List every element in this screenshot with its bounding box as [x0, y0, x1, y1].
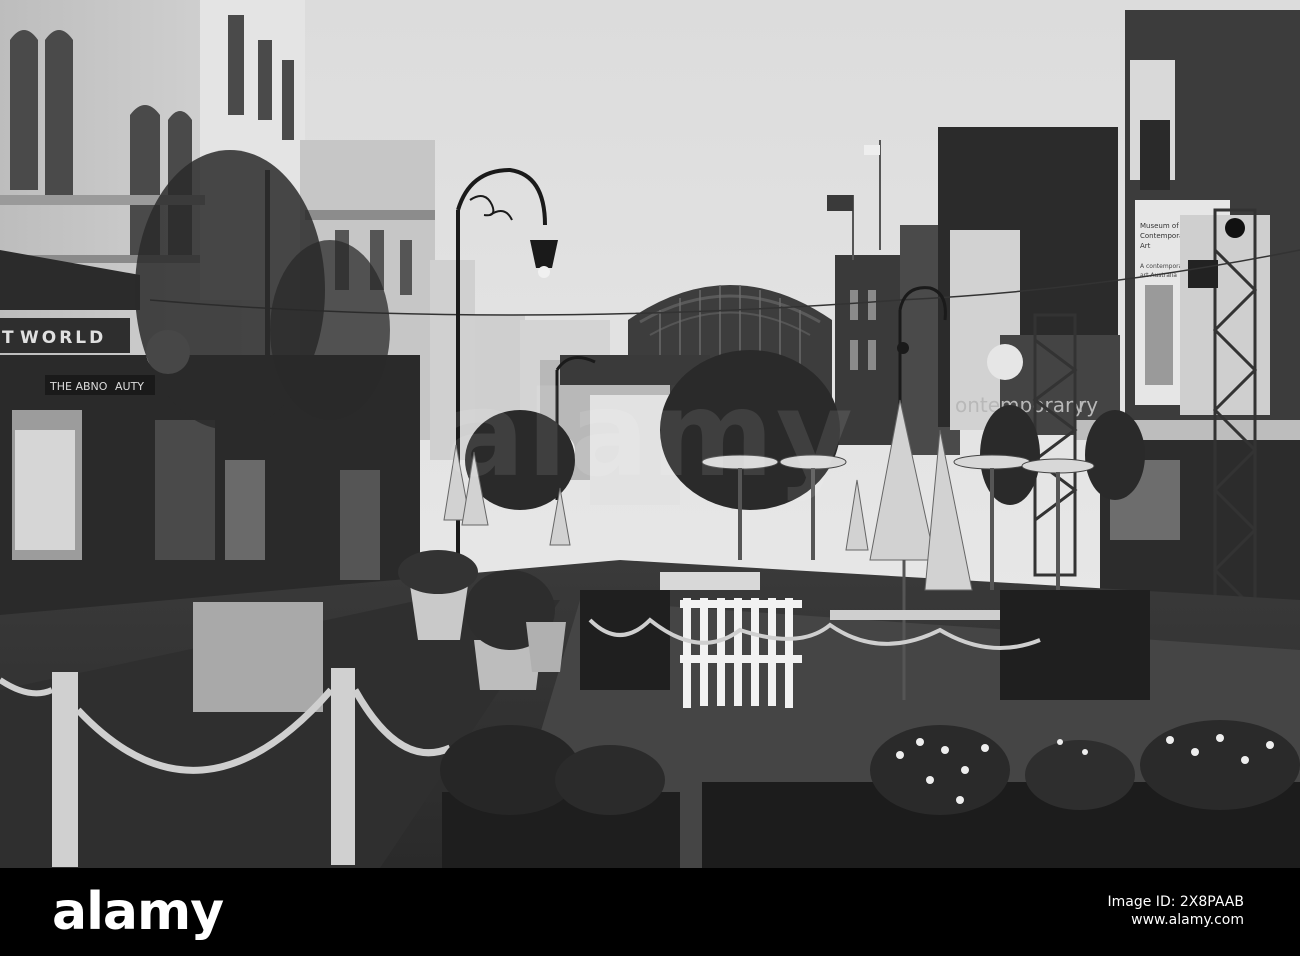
shop-sign-lower: THE ABNO [49, 380, 108, 393]
image-id-label: Image ID: 2X8PAAB [1107, 894, 1244, 910]
svg-text:Art: Art [1140, 242, 1151, 250]
planter-box [193, 602, 323, 712]
shop-sign-world-prefix: T [2, 328, 14, 348]
street-photo: WORLD T THE ABNO AUTY ontemporary ry Mus… [0, 0, 1300, 868]
shop-sign-world: WORLD [20, 328, 106, 348]
site-url: www.alamy.com [1131, 912, 1244, 928]
stage-light [1225, 218, 1245, 238]
paper-lantern-right [987, 344, 1023, 380]
photo-frame: WORLD T THE ABNO AUTY ontemporary ry Mus… [0, 0, 1300, 956]
footer-bar: alamy Image ID: 2X8PAAB www.alamy.com [0, 868, 1300, 956]
museum-sign-tail: ry [1078, 393, 1098, 417]
svg-text:Museum of: Museum of [1140, 222, 1179, 230]
footer-logo: alamy [52, 882, 224, 942]
australian-flag [827, 195, 853, 211]
shop-sign-lower-tail: AUTY [115, 380, 144, 393]
